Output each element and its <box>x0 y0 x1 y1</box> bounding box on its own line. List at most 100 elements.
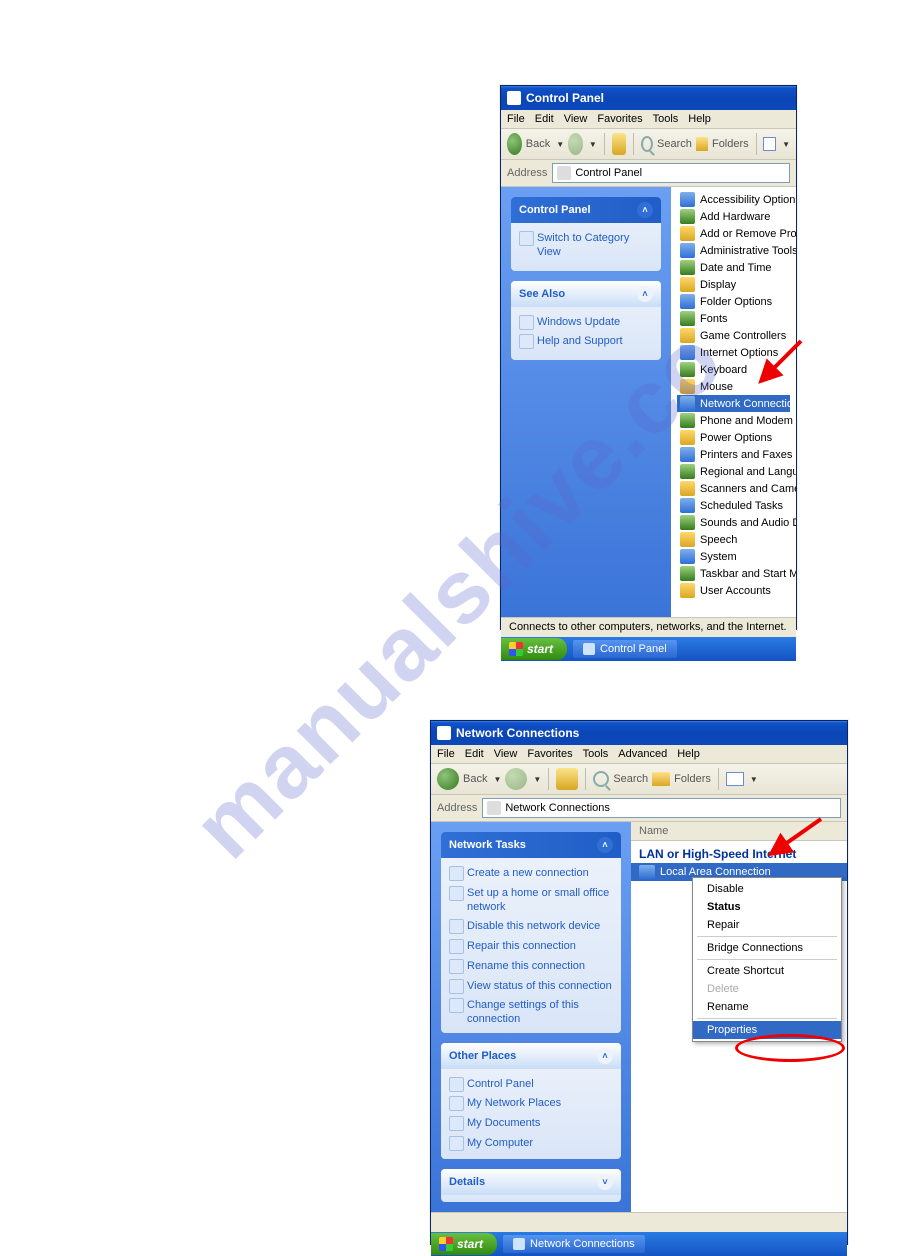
details-header[interactable]: Details ˅ <box>441 1169 621 1195</box>
back-icon[interactable] <box>507 133 522 155</box>
back-label[interactable]: Back <box>526 138 550 150</box>
up-icon[interactable] <box>612 133 627 155</box>
menu-help[interactable]: Help <box>677 748 700 760</box>
chevron-up-icon[interactable]: ˄ <box>637 286 653 302</box>
views-caret-icon[interactable]: ▼ <box>750 775 758 784</box>
views-icon[interactable] <box>763 137 776 151</box>
sidebar-place-link[interactable]: My Network Places <box>449 1094 613 1114</box>
menu-tools[interactable]: Tools <box>653 113 679 125</box>
sidebar-place-link[interactable]: My Documents <box>449 1114 613 1134</box>
chevron-up-icon[interactable]: ˄ <box>597 1048 613 1064</box>
control-panel-item[interactable]: Phone and Modem Options <box>677 412 790 429</box>
address-input[interactable]: Control Panel <box>552 163 790 183</box>
context-menu-item[interactable]: Create Shortcut <box>693 962 841 980</box>
search-label[interactable]: Search <box>613 773 648 785</box>
other-places-header[interactable]: Other Places ˄ <box>441 1043 621 1069</box>
control-panel-item[interactable]: Printers and Faxes <box>677 446 790 463</box>
switch-view-link[interactable]: Switch to Category View <box>519 229 653 263</box>
see-also-header[interactable]: See Also ˄ <box>511 281 661 307</box>
fwd-caret-icon[interactable]: ▼ <box>533 775 541 784</box>
back-caret-icon[interactable]: ▼ <box>556 140 564 149</box>
search-icon[interactable] <box>593 771 609 787</box>
menu-tools[interactable]: Tools <box>583 748 609 760</box>
address-input[interactable]: Network Connections <box>482 798 841 818</box>
sidebar-task-link[interactable]: View status of this connection <box>449 977 613 997</box>
column-header-name[interactable]: Name <box>631 822 847 841</box>
menu-favorites[interactable]: Favorites <box>597 113 642 125</box>
control-panel-item[interactable]: Add Hardware <box>677 208 790 225</box>
control-panel-box-header[interactable]: Control Panel ˄ <box>511 197 661 223</box>
control-panel-item[interactable]: Scheduled Tasks <box>677 497 790 514</box>
control-panel-item[interactable]: Power Options <box>677 429 790 446</box>
context-menu-item[interactable]: Repair <box>693 916 841 934</box>
titlebar[interactable]: Network Connections <box>431 721 847 745</box>
views-caret-icon[interactable]: ▼ <box>782 140 790 149</box>
control-panel-item[interactable]: Keyboard <box>677 361 790 378</box>
control-panel-item[interactable]: Accessibility Options <box>677 191 790 208</box>
up-icon[interactable] <box>556 768 578 790</box>
forward-icon[interactable] <box>505 768 527 790</box>
context-menu-item[interactable]: Rename <box>693 998 841 1016</box>
sidebar-task-link[interactable]: Repair this connection <box>449 937 613 957</box>
context-menu-item[interactable]: Properties <box>693 1021 841 1039</box>
control-panel-item[interactable]: Regional and Language Options <box>677 463 790 480</box>
windows-update-link[interactable]: Windows Update <box>519 313 653 333</box>
menu-favorites[interactable]: Favorites <box>527 748 572 760</box>
menu-file[interactable]: File <box>437 748 455 760</box>
control-panel-item[interactable]: Internet Options <box>677 344 790 361</box>
sidebar-task-link[interactable]: Set up a home or small office network <box>449 884 613 918</box>
chevron-up-icon[interactable]: ˄ <box>637 202 653 218</box>
control-panel-item[interactable]: Network Connections <box>677 395 790 412</box>
back-icon[interactable] <box>437 768 459 790</box>
context-menu-item[interactable]: Bridge Connections <box>693 939 841 957</box>
menu-help[interactable]: Help <box>688 113 711 125</box>
menu-edit[interactable]: Edit <box>535 113 554 125</box>
context-menu-item[interactable]: Status <box>693 898 841 916</box>
menu-advanced[interactable]: Advanced <box>618 748 667 760</box>
titlebar[interactable]: Control Panel <box>501 86 796 110</box>
menu-view[interactable]: View <box>564 113 588 125</box>
sidebar-task-link[interactable]: Rename this connection <box>449 957 613 977</box>
chevron-up-icon[interactable]: ˄ <box>597 837 613 853</box>
chevron-down-icon[interactable]: ˅ <box>597 1174 613 1190</box>
sidebar-task-link[interactable]: Change settings of this connection <box>449 996 613 1030</box>
control-panel-item[interactable]: Sounds and Audio Devices <box>677 514 790 531</box>
start-button[interactable]: start <box>431 1233 497 1255</box>
control-panel-item[interactable]: Scanners and Cameras <box>677 480 790 497</box>
fwd-caret-icon[interactable]: ▼ <box>589 140 597 149</box>
start-button[interactable]: start <box>501 638 567 660</box>
search-label[interactable]: Search <box>657 138 692 150</box>
search-icon[interactable] <box>641 136 653 152</box>
context-menu-item[interactable]: Disable <box>693 880 841 898</box>
views-icon[interactable] <box>726 772 744 786</box>
sidebar-place-link[interactable]: Control Panel <box>449 1075 613 1095</box>
menu-view[interactable]: View <box>494 748 518 760</box>
taskbar-tab[interactable]: Control Panel <box>573 640 677 658</box>
control-panel-item[interactable]: User Accounts <box>677 582 790 599</box>
sidebar-task-link[interactable]: Disable this network device <box>449 917 613 937</box>
forward-icon[interactable] <box>568 133 583 155</box>
control-panel-item[interactable]: Administrative Tools <box>677 242 790 259</box>
control-panel-item[interactable]: Speech <box>677 531 790 548</box>
control-panel-item[interactable]: Fonts <box>677 310 790 327</box>
network-tasks-header[interactable]: Network Tasks ˄ <box>441 832 621 858</box>
control-panel-item[interactable]: Folder Options <box>677 293 790 310</box>
menu-edit[interactable]: Edit <box>465 748 484 760</box>
control-panel-item[interactable]: Date and Time <box>677 259 790 276</box>
control-panel-item[interactable]: Display <box>677 276 790 293</box>
control-panel-item[interactable]: Game Controllers <box>677 327 790 344</box>
taskbar-tab[interactable]: Network Connections <box>503 1235 645 1253</box>
sidebar-task-link[interactable]: Create a new connection <box>449 864 613 884</box>
folders-label[interactable]: Folders <box>712 138 749 150</box>
control-panel-item[interactable]: System <box>677 548 790 565</box>
control-panel-item[interactable]: Mouse <box>677 378 790 395</box>
control-panel-item[interactable]: Add or Remove Programs <box>677 225 790 242</box>
control-panel-item[interactable]: Taskbar and Start Menu <box>677 565 790 582</box>
folders-icon[interactable] <box>696 137 708 151</box>
back-label[interactable]: Back <box>463 773 487 785</box>
folders-label[interactable]: Folders <box>674 773 711 785</box>
menu-file[interactable]: File <box>507 113 525 125</box>
back-caret-icon[interactable]: ▼ <box>493 775 501 784</box>
folders-icon[interactable] <box>652 772 670 786</box>
help-support-link[interactable]: Help and Support <box>519 332 653 352</box>
